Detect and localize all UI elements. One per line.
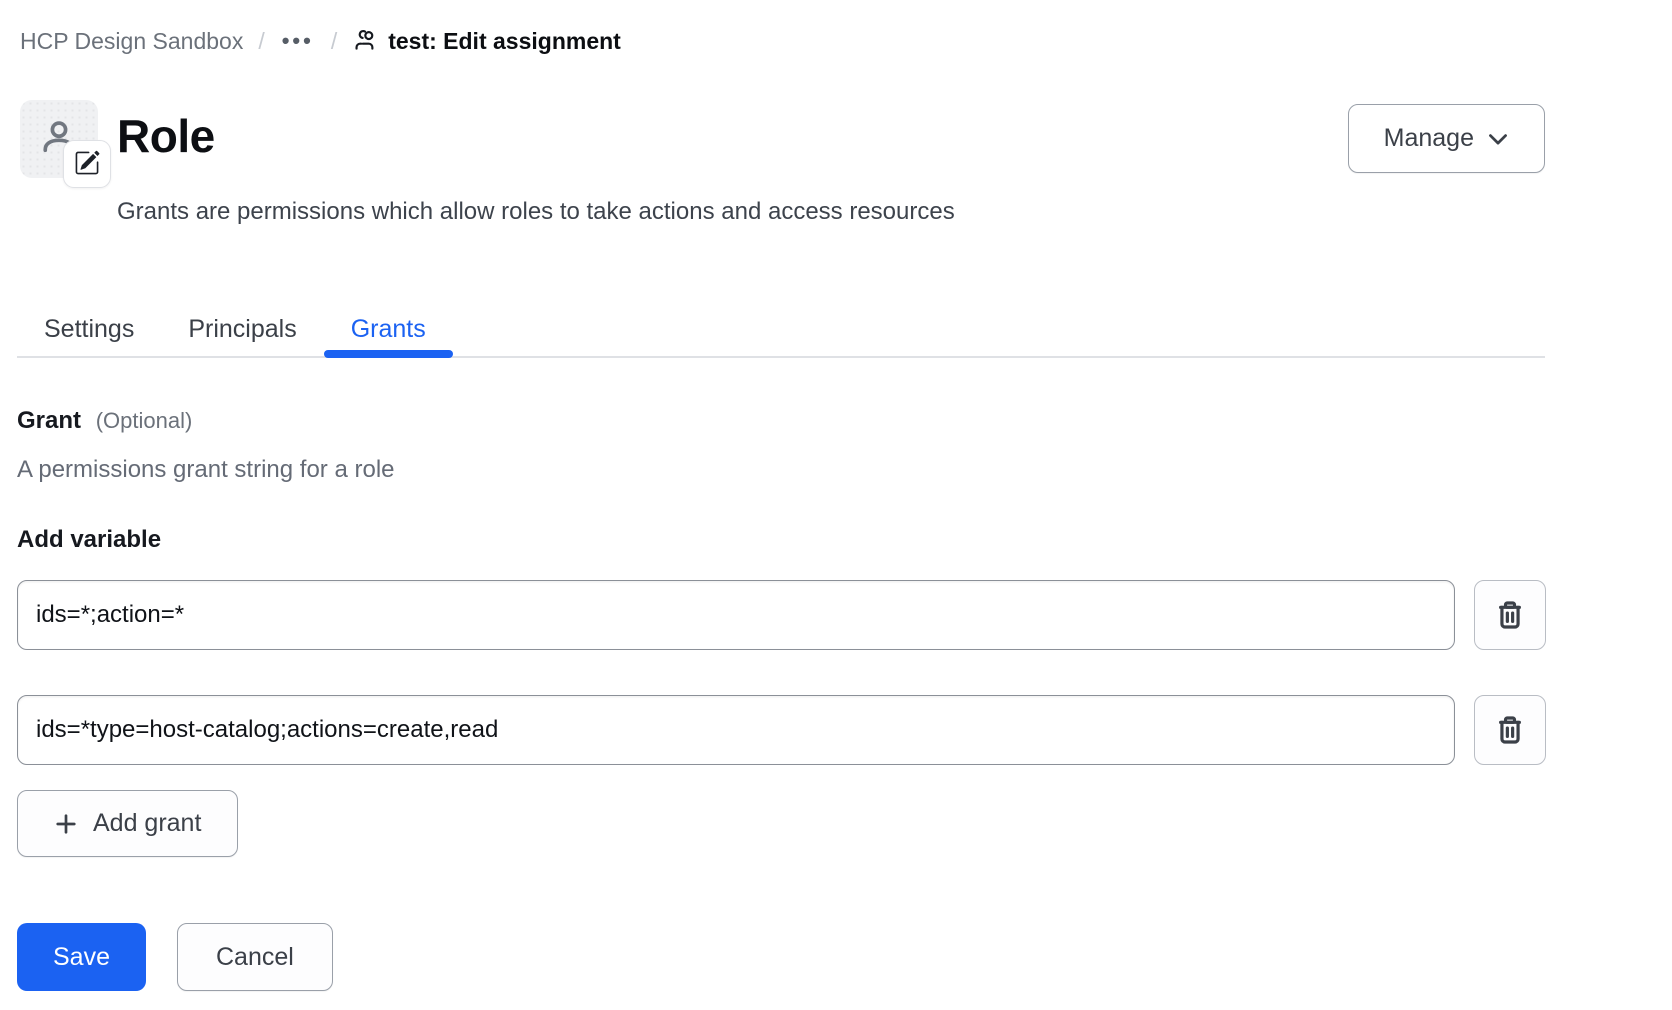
add-grant-button[interactable]: Add grant: [17, 790, 238, 857]
delete-grant-button-1[interactable]: [1474, 580, 1546, 650]
trash-icon: [1495, 600, 1525, 630]
grant-row: [17, 695, 1545, 765]
edit-avatar-button[interactable]: [63, 140, 111, 188]
breadcrumb-separator: /: [258, 26, 264, 56]
delete-grant-button-2[interactable]: [1474, 695, 1546, 765]
trash-icon: [1495, 715, 1525, 745]
manage-button-label: Manage: [1384, 124, 1474, 153]
header-text: Role Grants are permissions which allow …: [117, 100, 1348, 227]
page-title: Role: [117, 108, 1348, 164]
breadcrumb-current: test: Edit assignment: [352, 26, 621, 56]
breadcrumb-link-hcp-design-sandbox[interactable]: HCP Design Sandbox: [20, 26, 243, 56]
role-page: HCP Design Sandbox / ••• / test: Edit as…: [17, 26, 1545, 991]
tab-grants[interactable]: Grants: [324, 298, 453, 356]
tab-settings-label: Settings: [44, 315, 134, 343]
form-actions: Save Cancel: [17, 923, 1545, 991]
cancel-button[interactable]: Cancel: [177, 923, 333, 991]
tab-bar: Settings Principals Grants: [17, 298, 1545, 358]
breadcrumb-ellipsis-button[interactable]: •••: [280, 26, 316, 56]
grant-label: Grant: [17, 407, 81, 434]
grant-helper-text: A permissions grant string for a role: [17, 455, 1545, 485]
tab-principals[interactable]: Principals: [161, 298, 323, 356]
add-variable-label: Add variable: [17, 525, 1545, 555]
grant-row: [17, 580, 1545, 650]
pencil-square-icon: [74, 150, 100, 179]
tab-principals-label: Principals: [188, 315, 296, 343]
page-header: Role Grants are permissions which allow …: [17, 100, 1545, 227]
breadcrumb: HCP Design Sandbox / ••• / test: Edit as…: [20, 26, 1545, 56]
role-avatar: [20, 100, 98, 178]
active-tab-indicator: [324, 350, 453, 358]
manage-button[interactable]: Manage: [1348, 104, 1545, 173]
grant-label-row: Grant (Optional): [17, 406, 1545, 436]
chevron-down-icon: [1487, 128, 1509, 150]
grant-input-1[interactable]: [17, 580, 1455, 650]
breadcrumb-current-label: test: Edit assignment: [388, 26, 621, 56]
save-button[interactable]: Save: [17, 923, 146, 991]
grant-input-2[interactable]: [17, 695, 1455, 765]
add-grant-button-label: Add grant: [93, 809, 201, 838]
grant-optional-label: (Optional): [96, 408, 193, 433]
plus-icon: [54, 812, 78, 836]
tab-grants-label: Grants: [351, 315, 426, 343]
breadcrumb-separator: /: [331, 26, 337, 56]
users-icon: [352, 28, 378, 54]
page-subtitle: Grants are permissions which allow roles…: [117, 197, 1348, 227]
tab-settings[interactable]: Settings: [17, 298, 161, 356]
grants-form: Grant (Optional) A permissions grant str…: [17, 406, 1545, 991]
